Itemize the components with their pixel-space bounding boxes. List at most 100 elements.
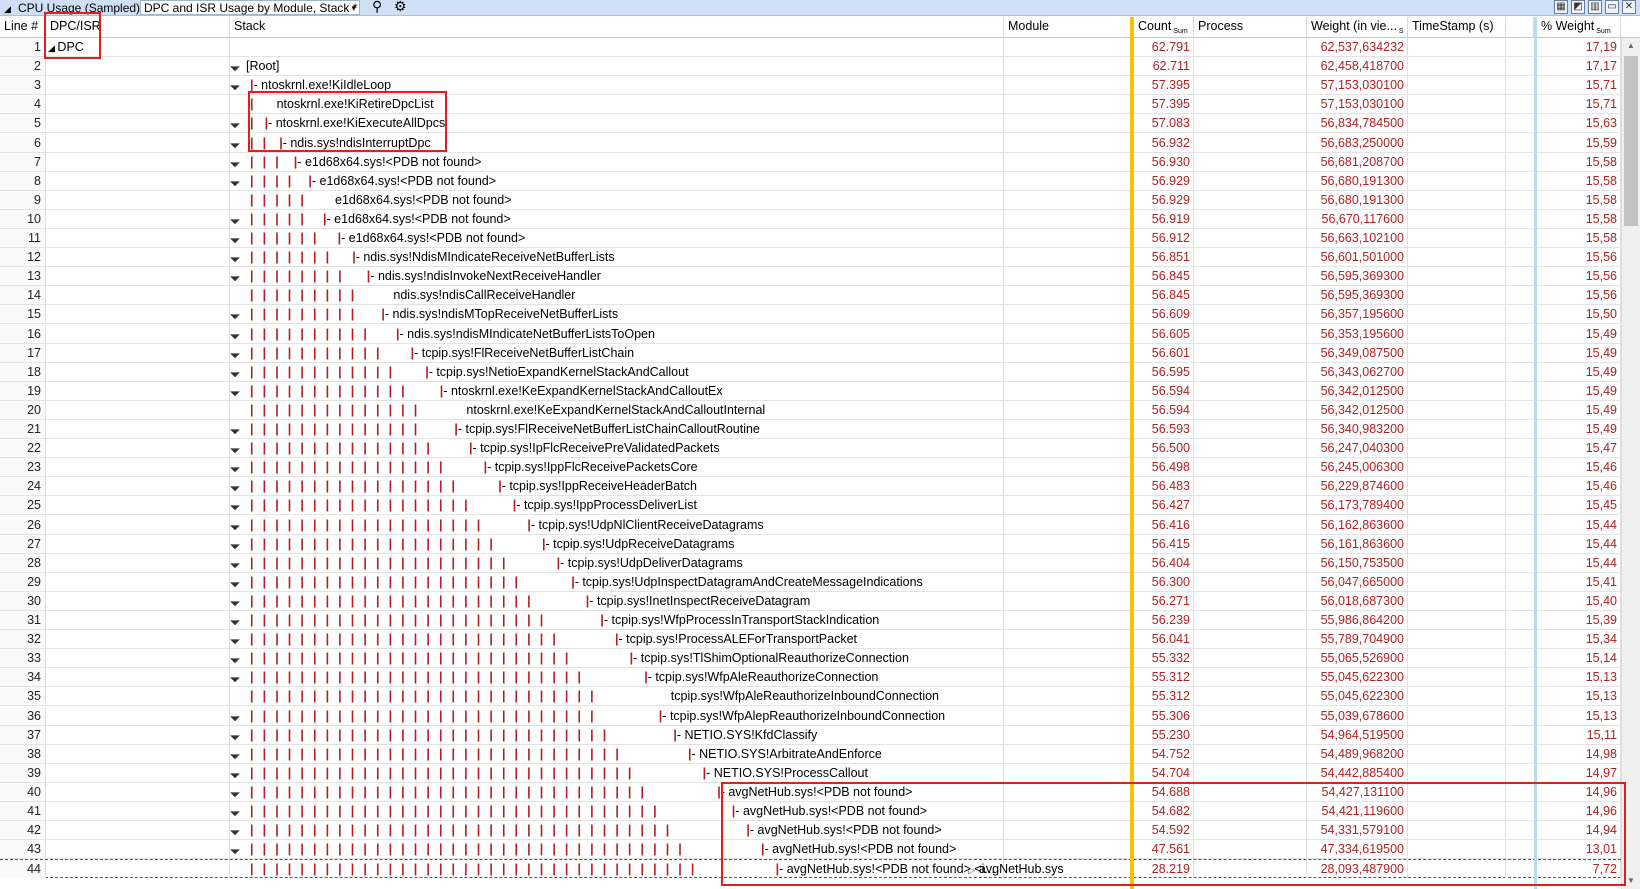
table-row[interactable]: 32 ◢ ||||||||||||||||||||||||| |- tcpip.sys… bbox=[0, 630, 1621, 649]
expand-icon[interactable]: ◢ bbox=[48, 43, 57, 53]
search-icon[interactable]: ⚲ bbox=[372, 0, 382, 13]
collapse-icon[interactable]: ◢ bbox=[4, 2, 11, 15]
stack-cell[interactable]: ◢ |||||||||||||||||||||||||| |- tcpip.sys!… bbox=[230, 649, 1004, 667]
gear-icon[interactable]: ⚙ bbox=[394, 0, 407, 13]
stack-cell[interactable]: ||||||||| ndis.sys!ndisCallReceiveHandler bbox=[230, 286, 1004, 304]
expand-icon[interactable]: ◢ bbox=[230, 840, 244, 858]
stack-cell[interactable]: ◢ ||||||||||||||||||| |- tcpip.sys!UdpNlCl… bbox=[230, 516, 1004, 534]
table-row[interactable]: 14 ||||||||| ndis.sys!ndisCallReceiveHandl… bbox=[0, 286, 1621, 305]
stack-cell[interactable]: ◢ |||||||||||||||||| |- tcpip.sys!IppProce… bbox=[230, 496, 1004, 514]
stack-cell[interactable]: ◢ [Root] bbox=[230, 57, 1004, 75]
expand-icon[interactable]: ◢ bbox=[230, 420, 244, 438]
table-row[interactable]: 26 ◢ ||||||||||||||||||| |- tcpip.sys!UdpNl… bbox=[0, 516, 1621, 535]
stack-cell[interactable]: ◢ |||| |- e1d68x64.sys!<PDB not found> bbox=[230, 172, 1004, 190]
stack-cell[interactable]: ◢ || |- ndis.sys!ndisInterruptDpc bbox=[230, 134, 1004, 152]
table-row[interactable]: 42 ◢ |||||||||||||||||||||||||||||||||| |- … bbox=[0, 821, 1621, 840]
stack-cell[interactable]: ◢ ||||||||||||||||||||||||||| |- tcpip.sys… bbox=[230, 668, 1004, 686]
table-row[interactable]: 39 ◢ ||||||||||||||||||||||||||||||| |- NET… bbox=[0, 764, 1621, 783]
table-row[interactable]: 34 ◢ ||||||||||||||||||||||||||| |- tcpip.s… bbox=[0, 668, 1621, 687]
stack-cell[interactable]: ||||| e1d68x64.sys!<PDB not found> bbox=[230, 191, 1004, 209]
table-row[interactable]: 12 ◢ ||||||| |- ndis.sys!NdisMIndicateRecei… bbox=[0, 248, 1621, 267]
stack-cell[interactable]: ◢ ||||||||||||||||||||||||| |- tcpip.sys!P… bbox=[230, 630, 1004, 648]
stack-cell[interactable]: ◢ |||||||| |- ndis.sys!ndisInvokeNextRecei… bbox=[230, 267, 1004, 285]
column-header-module[interactable]: Module bbox=[1004, 17, 1131, 38]
expand-icon[interactable]: ◢ bbox=[230, 496, 244, 514]
expand-icon[interactable]: ◢ bbox=[230, 592, 244, 610]
column-header-process[interactable]: Process bbox=[1194, 17, 1307, 38]
column-header-line[interactable]: Line # bbox=[0, 17, 46, 38]
table-row[interactable]: 40 ◢ |||||||||||||||||||||||||||||||| |- av… bbox=[0, 783, 1621, 802]
table-row[interactable]: 7 ◢ ||| |- e1d68x64.sys!<PDB not found> 56.9… bbox=[0, 153, 1621, 172]
pivot-divider-bar[interactable] bbox=[1130, 17, 1134, 889]
expand-icon[interactable]: ◢ bbox=[230, 668, 244, 686]
table-row[interactable]: 3 ◢ |- ntoskrnl.exe!KiIdleLoop 57.395 57,153… bbox=[0, 76, 1621, 95]
column-header-weight[interactable]: Weight (in vie... S bbox=[1307, 17, 1408, 38]
graph-divider-bar[interactable] bbox=[1534, 17, 1537, 889]
table-row[interactable]: 4 | ntoskrnl.exe!KiRetireDpcList 57.395 57,1… bbox=[0, 95, 1621, 114]
expand-icon[interactable]: ◢ bbox=[230, 439, 244, 457]
table-row[interactable]: 6 ◢ || |- ndis.sys!ndisInterruptDpc 56.932 56… bbox=[0, 134, 1621, 153]
stack-cell[interactable]: ◢ ||||||||||||||||||||||||||||||||| |- avg… bbox=[230, 802, 1004, 820]
expand-icon[interactable]: ◢ bbox=[230, 305, 244, 323]
table-row[interactable]: 16 ◢ |||||||||| |- ndis.sys!ndisMIndicateNe… bbox=[0, 325, 1621, 344]
table-row[interactable]: 33 ◢ |||||||||||||||||||||||||| |- tcpip.sy… bbox=[0, 649, 1621, 668]
stack-cell[interactable]: ◢ |||||||||||||||||||| |- tcpip.sys!UdpRec… bbox=[230, 535, 1004, 553]
table-row[interactable]: 27 ◢ |||||||||||||||||||| |- tcpip.sys!UdpR… bbox=[0, 535, 1621, 554]
stack-cell[interactable]: |||||||||||||| ntoskrnl.exe!KeExpandKerne… bbox=[230, 401, 1004, 419]
table-row[interactable]: 36 ◢ |||||||||||||||||||||||||||| |- tcpip.… bbox=[0, 707, 1621, 726]
expand-icon[interactable]: ◢ bbox=[230, 267, 244, 285]
table-row[interactable]: 21 ◢ |||||||||||||| |- tcpip.sys!FlReceiveN… bbox=[0, 420, 1621, 439]
table-row[interactable]: 20 |||||||||||||| ntoskrnl.exe!KeExpandKer… bbox=[0, 401, 1621, 420]
stack-cell[interactable]: ◢ |||||||||||||||||||||||||||||| |- NETIO.… bbox=[230, 745, 1004, 763]
stack-cell[interactable]: ◢ |||||||||||||||||||||| |- tcpip.sys!UdpI… bbox=[230, 573, 1004, 591]
expand-icon[interactable]: ◢ bbox=[230, 516, 244, 534]
expand-icon[interactable]: ◢ bbox=[230, 458, 244, 476]
stack-cell[interactable]: ◢ ||||||| |- ndis.sys!NdisMIndicateReceive… bbox=[230, 248, 1004, 266]
table-row[interactable]: 11 ◢ |||||| |- e1d68x64.sys!<PDB not found>… bbox=[0, 229, 1621, 248]
stack-cell[interactable]: ◢ ||||||||||||||||||||||||||||| |- NETIO.S… bbox=[230, 726, 1004, 744]
expand-icon[interactable]: ◢ bbox=[230, 363, 244, 381]
stack-cell[interactable]: ◢ |||||||||||||||| |- tcpip.sys!IppFlcRece… bbox=[230, 458, 1004, 476]
table-row[interactable]: 2 ◢ [Root] 62.711 62,458,418700 17,17 bbox=[0, 57, 1621, 76]
expand-icon[interactable]: ◢ bbox=[230, 649, 244, 667]
graph-table-view-icon[interactable]: ▥ bbox=[1588, 0, 1602, 14]
column-header-stack[interactable]: Stack bbox=[230, 17, 1004, 38]
stack-cell[interactable]: ◢ ||||||||||||||| |- tcpip.sys!IpFlcReceiv… bbox=[230, 439, 1004, 457]
stack-cell[interactable]: ◢ ||||||||||||||||| |- tcpip.sys!IppReceiv… bbox=[230, 477, 1004, 495]
stack-cell[interactable]: ◢ ||||||||||||||||||||||| |- tcpip.sys!Ine… bbox=[230, 592, 1004, 610]
dpc-isr-cell[interactable]: ◢ DPC bbox=[46, 38, 230, 56]
expand-icon[interactable]: ◢ bbox=[230, 325, 244, 343]
table-row[interactable]: 24 ◢ ||||||||||||||||| |- tcpip.sys!IppRece… bbox=[0, 477, 1621, 496]
stack-cell[interactable]: ◢ ||||||||| |- ndis.sys!ndisMTopReceiveNet… bbox=[230, 305, 1004, 323]
table-row[interactable]: 35 |||||||||||||||||||||||||||| tcpip.sys!… bbox=[0, 687, 1621, 706]
column-header-count[interactable]: Count Sum bbox=[1134, 17, 1194, 38]
table-row[interactable]: 29 ◢ |||||||||||||||||||||| |- tcpip.sys!Ud… bbox=[0, 573, 1621, 592]
column-header-timestamp[interactable]: TimeStamp (s) bbox=[1408, 17, 1506, 38]
expand-icon[interactable]: ◢ bbox=[230, 229, 244, 247]
expand-icon[interactable]: ◢ bbox=[230, 783, 244, 801]
table-row[interactable]: 9 ||||| e1d68x64.sys!<PDB not found> 56.929… bbox=[0, 191, 1621, 210]
expand-icon[interactable]: ◢ bbox=[230, 535, 244, 553]
view-preset-dropdown[interactable]: DPC and ISR Usage by Module, Stack * ▾ bbox=[140, 0, 360, 15]
stack-cell[interactable]: ◢ |||||||||||| |- tcpip.sys!NetioExpandKer… bbox=[230, 363, 1004, 381]
expand-icon[interactable]: ◢ bbox=[230, 134, 244, 152]
table-row[interactable]: 25 ◢ |||||||||||||||||| |- tcpip.sys!IppPro… bbox=[0, 496, 1621, 515]
stack-cell[interactable]: ◢ ||| |- e1d68x64.sys!<PDB not found> bbox=[230, 153, 1004, 171]
table-row[interactable]: 22 ◢ ||||||||||||||| |- tcpip.sys!IpFlcRece… bbox=[0, 439, 1621, 458]
expand-icon[interactable]: ◢ bbox=[230, 802, 244, 820]
table-row[interactable]: 1 ◢ DPC 62.791 62,537,634232 17,19 bbox=[0, 38, 1621, 57]
expand-icon[interactable]: ◢ bbox=[230, 248, 244, 266]
expand-icon[interactable]: ◢ bbox=[230, 172, 244, 190]
table-row[interactable]: 18 ◢ |||||||||||| |- tcpip.sys!NetioExpandK… bbox=[0, 363, 1621, 382]
stack-cell[interactable]: ◢ ||||| |- e1d68x64.sys!<PDB not found> bbox=[230, 210, 1004, 228]
table-row[interactable]: 43 ◢ ||||||||||||||||||||||||||||||||||| |-… bbox=[0, 840, 1621, 859]
stack-cell[interactable]: |||||||||||||||||||||||||||||||||||| |- a… bbox=[230, 860, 1004, 878]
expand-icon[interactable]: ◢ bbox=[230, 477, 244, 495]
table-row[interactable]: 8 ◢ |||| |- e1d68x64.sys!<PDB not found> 56.… bbox=[0, 172, 1621, 191]
expand-icon[interactable]: ▷ bbox=[968, 865, 975, 875]
expand-icon[interactable]: ◢ bbox=[230, 707, 244, 725]
table-row[interactable]: 19 ◢ ||||||||||||| |- ntoskrnl.exe!KeExpand… bbox=[0, 382, 1621, 401]
expand-icon[interactable]: ◢ bbox=[230, 630, 244, 648]
expand-icon[interactable]: ◢ bbox=[230, 382, 244, 400]
expand-icon[interactable]: ◢ bbox=[230, 611, 244, 629]
